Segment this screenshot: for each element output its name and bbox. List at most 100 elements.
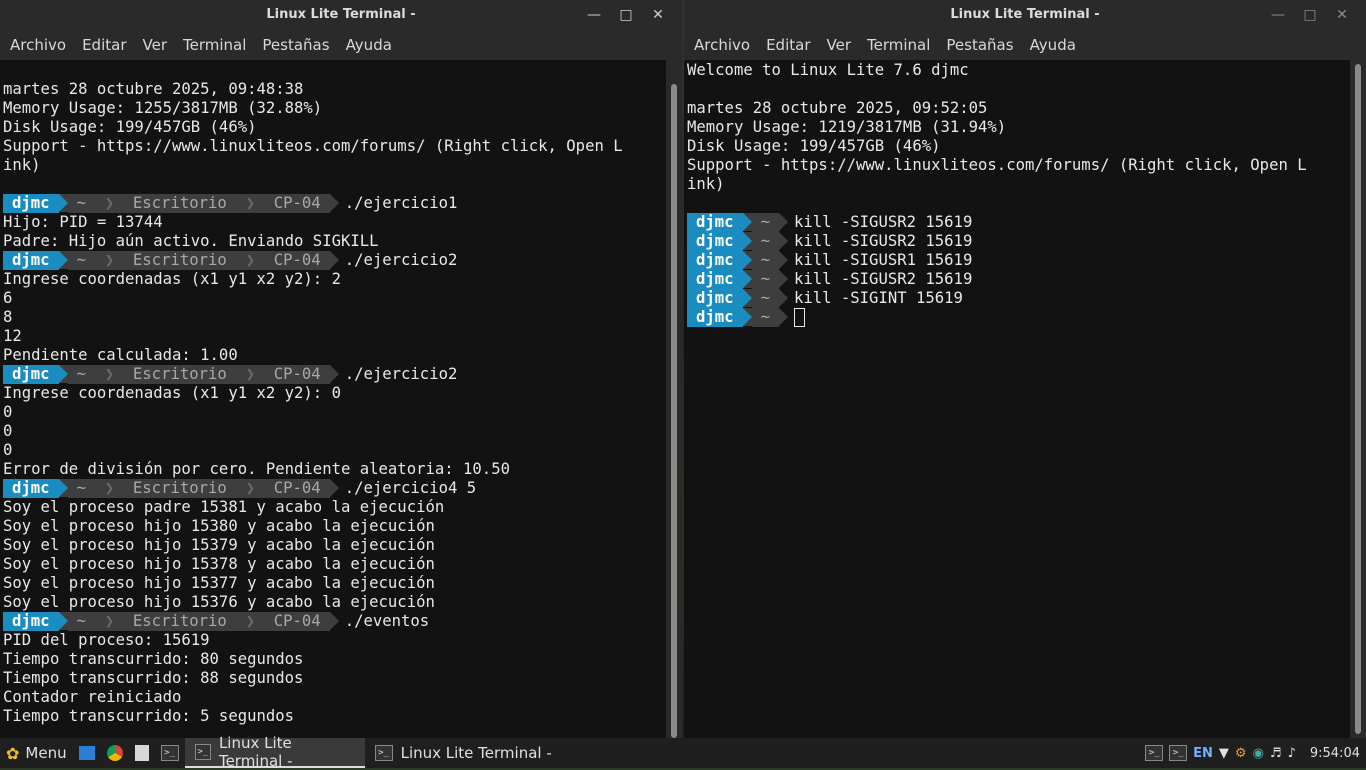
- minimize-icon[interactable]: —: [1262, 0, 1294, 30]
- output-line: Memory Usage: 1219/3817MB (31.94%): [687, 118, 1007, 136]
- menu-ver[interactable]: Ver: [135, 36, 176, 54]
- menu-pestanas[interactable]: Pestañas: [938, 36, 1021, 54]
- prompt-path: ~: [751, 251, 779, 270]
- prompt-command: ./ejercicio4 5: [344, 479, 477, 497]
- prompt-user: djmc: [687, 289, 743, 308]
- prompt-command: ./ejercicio1: [344, 194, 458, 212]
- prompt-line: djmc ~ kill -SIGINT 15619: [687, 289, 1350, 308]
- output-line: ink): [3, 156, 41, 174]
- shell-prompt: djmc ~: [687, 213, 788, 232]
- prompt-command: ./eventos: [344, 612, 430, 630]
- menu-editar[interactable]: Editar: [758, 36, 818, 54]
- update-icon[interactable]: ⚙: [1235, 746, 1247, 761]
- terminal-window-right[interactable]: Linux Lite Terminal - — □ ✕ Archivo Edit…: [684, 0, 1366, 738]
- output-line: 0: [3, 422, 13, 440]
- terminal-icon[interactable]: >_: [155, 738, 185, 768]
- system-tray: >_ >_ EN ▼ ⚙ ◉ ♬ ♪ 9:54:04: [1145, 738, 1366, 768]
- close-icon[interactable]: ✕: [1326, 0, 1358, 30]
- output-line: Soy el proceso padre 15381 y acabo la ej…: [3, 498, 445, 516]
- prompt-path: ~ ❯ Escritorio ❯ CP-04: [67, 365, 330, 384]
- prompt-line: djmc ~ ❯ Escritorio ❯ CP-04 ./eventos: [3, 612, 666, 631]
- prompt-user: djmc: [3, 365, 59, 384]
- taskbar: ✿ Menu >_ >_ Linux Lite Terminal - >_ Li…: [0, 734, 1366, 770]
- close-icon[interactable]: ✕: [642, 0, 674, 30]
- volume-icon[interactable]: ♬: [1270, 746, 1282, 761]
- minimize-icon[interactable]: —: [578, 0, 610, 30]
- prompt-line: djmc ~ ❯ Escritorio ❯ CP-04 ./ejercicio2: [3, 251, 666, 270]
- maximize-icon[interactable]: □: [610, 0, 642, 30]
- menu-ayuda[interactable]: Ayuda: [1022, 36, 1084, 54]
- shell-prompt: djmc ~ ❯ Escritorio ❯ CP-04: [3, 365, 339, 384]
- terminal-window-left[interactable]: Linux Lite Terminal - — □ ✕ Archivo Edit…: [0, 0, 682, 738]
- prompt-command: ./ejercicio2: [344, 365, 458, 383]
- output-line: martes 28 octubre 2025, 09:48:38: [3, 80, 304, 98]
- output-line: Support - https://www.linuxliteos.com/fo…: [3, 137, 623, 155]
- menu-terminal[interactable]: Terminal: [859, 36, 938, 54]
- notes-icon[interactable]: [129, 738, 155, 768]
- terminal-icon: >_: [374, 745, 393, 761]
- prompt-line: djmc ~ ❯ Escritorio ❯ CP-04 ./ejercicio4 5: [3, 479, 666, 498]
- notification-bell-icon[interactable]: ♪: [1288, 746, 1296, 761]
- clock[interactable]: 9:54:04: [1302, 746, 1360, 761]
- menu-button[interactable]: ✿ Menu: [0, 738, 73, 768]
- prompt-user: djmc: [3, 479, 59, 498]
- window-title: Linux Lite Terminal -: [950, 7, 1100, 22]
- prompt-user: djmc: [687, 232, 743, 251]
- output-line: Disk Usage: 199/457GB (46%): [687, 137, 941, 155]
- terminal-icon[interactable]: >_: [1145, 745, 1164, 761]
- prompt-user: djmc: [3, 251, 59, 270]
- prompt-user: djmc: [687, 213, 743, 232]
- terminal-output[interactable]: Welcome to Linux Lite 7.6 djmc martes 28 …: [684, 60, 1350, 738]
- scrollbar-thumb[interactable]: [671, 84, 677, 738]
- menu-bar: Archivo Editar Ver Terminal Pestañas Ayu…: [0, 30, 682, 60]
- file-manager-icon[interactable]: [73, 738, 101, 768]
- output-line: Padre: Hijo aún activo. Enviando SIGKILL: [3, 232, 379, 250]
- prompt-line: djmc ~ kill -SIGUSR2 15619: [687, 270, 1350, 289]
- taskbar-window-2[interactable]: >_ Linux Lite Terminal -: [365, 738, 565, 768]
- menu-ayuda[interactable]: Ayuda: [338, 36, 400, 54]
- prompt-path: ~ ❯ Escritorio ❯ CP-04: [67, 612, 330, 631]
- shell-prompt: djmc ~ ❯ Escritorio ❯ CP-04: [3, 194, 339, 213]
- prompt-path: ~: [751, 213, 779, 232]
- terminal-output[interactable]: martes 28 octubre 2025, 09:48:38 Memory U…: [0, 60, 666, 738]
- window-titlebar[interactable]: Linux Lite Terminal - — □ ✕: [684, 0, 1366, 30]
- prompt-user: djmc: [687, 308, 743, 327]
- taskbar-window-label: Linux Lite Terminal -: [400, 744, 552, 762]
- menu-terminal[interactable]: Terminal: [175, 36, 254, 54]
- maximize-icon[interactable]: □: [1294, 0, 1326, 30]
- scrollbar-thumb[interactable]: [1355, 64, 1361, 734]
- scrollbar[interactable]: [1350, 60, 1366, 738]
- settings-icon[interactable]: ◉: [1253, 746, 1264, 761]
- output-line: Support - https://www.linuxliteos.com/fo…: [687, 156, 1307, 174]
- menu-archivo[interactable]: Archivo: [2, 36, 74, 54]
- output-line: 0: [3, 403, 13, 421]
- prompt-path: ~: [751, 289, 779, 308]
- prompt-user: djmc: [3, 194, 59, 213]
- prompt-path: ~: [751, 232, 779, 251]
- keyboard-layout[interactable]: EN: [1193, 746, 1213, 761]
- menu-archivo[interactable]: Archivo: [686, 36, 758, 54]
- output-line: Tiempo transcurrido: 88 segundos: [3, 669, 304, 687]
- output-line: Memory Usage: 1255/3817MB (32.88%): [3, 99, 323, 117]
- terminal-icon[interactable]: >_: [1169, 745, 1188, 761]
- output-line: Welcome to Linux Lite 7.6 djmc: [687, 61, 969, 79]
- prompt-path: ~ ❯ Escritorio ❯ CP-04: [67, 194, 330, 213]
- window-titlebar[interactable]: Linux Lite Terminal - — □ ✕: [0, 0, 682, 30]
- prompt-user: djmc: [687, 251, 743, 270]
- scrollbar[interactable]: [666, 60, 682, 738]
- prompt-path: ~ ❯ Escritorio ❯ CP-04: [67, 251, 330, 270]
- menu-pestanas[interactable]: Pestañas: [254, 36, 337, 54]
- chrome-icon[interactable]: [101, 738, 129, 768]
- menu-ver[interactable]: Ver: [819, 36, 860, 54]
- text-cursor: [793, 308, 805, 327]
- taskbar-window-1[interactable]: >_ Linux Lite Terminal -: [184, 734, 365, 770]
- prompt-path: ~: [751, 308, 779, 327]
- linux-lite-feather-icon: ✿: [6, 743, 20, 763]
- prompt-line: djmc ~: [687, 308, 1350, 327]
- wifi-icon[interactable]: ▼: [1219, 746, 1229, 761]
- prompt-command: kill -SIGUSR2 15619: [793, 270, 973, 288]
- output-line: 0: [3, 441, 13, 459]
- menu-editar[interactable]: Editar: [74, 36, 134, 54]
